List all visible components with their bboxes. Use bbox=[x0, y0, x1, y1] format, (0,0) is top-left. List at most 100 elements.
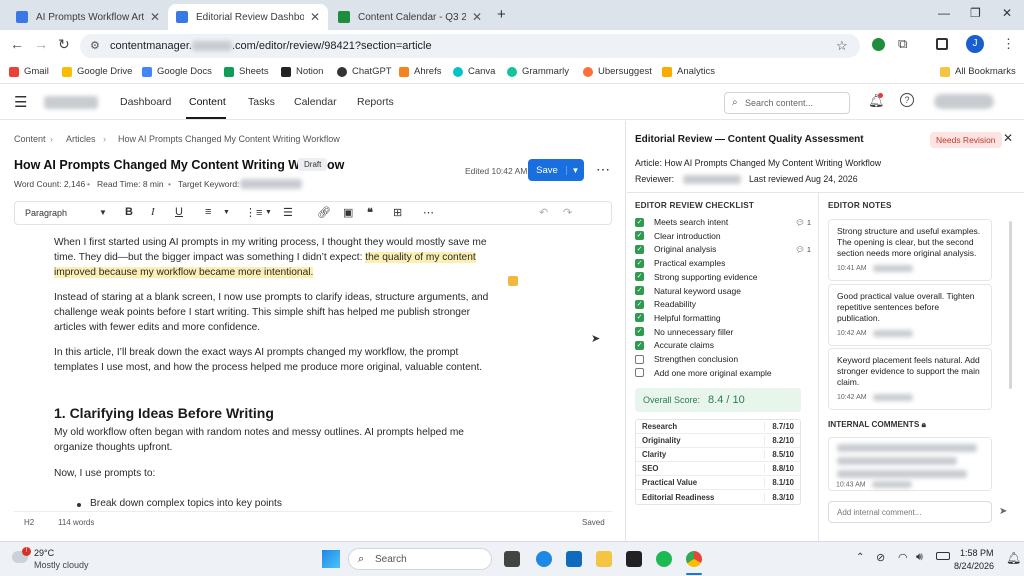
weather-temp[interactable]: 29°C bbox=[34, 548, 54, 558]
notes-scrollbar[interactable] bbox=[1009, 221, 1012, 389]
bookmark-analytics[interactable]: Analytics bbox=[662, 66, 715, 77]
image-icon[interactable]: ▣ bbox=[343, 206, 353, 219]
side-panel-icon[interactable] bbox=[936, 38, 948, 50]
bookmark-chatgpt[interactable]: ChatGPT bbox=[337, 66, 392, 77]
extensions-puzzle-icon[interactable]: ⧉ bbox=[898, 36, 907, 52]
checklist-item[interactable]: ✓ Accurate claims bbox=[635, 340, 811, 350]
close-icon[interactable]: ✕ bbox=[310, 10, 320, 24]
wifi-icon[interactable]: ◠ bbox=[898, 551, 908, 564]
restore-icon[interactable]: ❐ bbox=[970, 6, 981, 20]
checkbox-checked[interactable]: ✓ bbox=[635, 217, 644, 227]
checklist-item[interactable]: ✓ Original analysis 💬︎ 1 bbox=[635, 244, 811, 254]
align-icon[interactable]: ≡ bbox=[205, 206, 211, 218]
bookmark-ahrefs[interactable]: Ahrefs bbox=[399, 66, 441, 77]
network-status-icon[interactable]: ⊘ bbox=[876, 551, 885, 564]
close-icon[interactable]: ✕ bbox=[1003, 131, 1013, 145]
checklist-item[interactable]: Strengthen conclusion bbox=[635, 354, 811, 364]
bullet-list-icon[interactable]: ☰ bbox=[283, 206, 293, 219]
chevron-up-icon[interactable]: ⌃ bbox=[856, 552, 864, 563]
notion-icon[interactable] bbox=[626, 551, 642, 567]
more-options-icon[interactable]: ⋯ bbox=[596, 161, 610, 178]
spotify-icon[interactable] bbox=[656, 551, 672, 567]
task-view-icon[interactable] bbox=[504, 551, 520, 567]
weather-desc[interactable]: Mostly cloudy bbox=[34, 560, 89, 570]
clock-time[interactable]: 1:58 PM bbox=[960, 548, 994, 558]
nav-calendar[interactable]: Calendar bbox=[294, 96, 337, 108]
undo-icon[interactable]: ↶ bbox=[539, 206, 548, 219]
checklist-item[interactable]: ✓ Meets search intent 💬︎ 1 bbox=[635, 217, 811, 227]
new-tab-icon[interactable]: + bbox=[497, 6, 506, 23]
comment-marker-icon[interactable] bbox=[508, 276, 518, 286]
bookmark-sheets[interactable]: Sheets bbox=[224, 66, 269, 77]
table-icon[interactable]: ⊞ bbox=[393, 206, 402, 219]
chevron-down-icon[interactable]: ▼ bbox=[223, 209, 230, 216]
forward-icon[interactable]: → bbox=[34, 36, 48, 52]
comment-count[interactable]: 💬︎ 1 bbox=[795, 218, 811, 227]
checkbox-checked[interactable]: ✓ bbox=[635, 286, 644, 295]
bookmark-google-drive[interactable]: Google Drive bbox=[62, 66, 132, 77]
tab-article-draft[interactable]: AI Prompts Workflow Article D ✕ bbox=[8, 4, 168, 30]
checkbox-unchecked[interactable] bbox=[635, 368, 644, 378]
hamburger-menu-icon[interactable]: ☰ bbox=[14, 93, 27, 111]
checkbox-checked[interactable]: ✓ bbox=[635, 313, 644, 323]
nav-content[interactable]: Content bbox=[189, 96, 226, 108]
bookmark-canva[interactable]: Canva bbox=[453, 66, 495, 77]
nav-dashboard[interactable]: Dashboard bbox=[120, 96, 171, 108]
breadcrumb-content[interactable]: Content bbox=[14, 134, 46, 144]
all-bookmarks[interactable]: All Bookmarks bbox=[940, 66, 1016, 77]
numbered-list-icon[interactable]: ⋮≡ bbox=[245, 206, 262, 219]
notifications-icon[interactable]: 🔔︎ bbox=[1006, 551, 1021, 565]
bookmark-star-icon[interactable]: ☆ bbox=[836, 38, 848, 54]
checkbox-checked[interactable]: ✓ bbox=[635, 258, 644, 268]
checkbox-checked[interactable]: ✓ bbox=[635, 327, 644, 337]
tab-content-calendar[interactable]: Content Calendar - Q3 2026 ✕ bbox=[330, 4, 490, 30]
article-body[interactable]: When I first started using AI prompts in… bbox=[14, 227, 612, 511]
save-button[interactable]: Save ▼ bbox=[528, 159, 584, 181]
more-tools-icon[interactable]: ⋯ bbox=[423, 206, 434, 219]
chrome-icon[interactable] bbox=[686, 551, 702, 567]
windows-start-icon[interactable] bbox=[322, 550, 340, 568]
outlook-icon[interactable] bbox=[566, 551, 582, 567]
checklist-item[interactable]: ✓ Clear introduction bbox=[635, 231, 811, 241]
checklist-item[interactable]: Add one more original example bbox=[635, 368, 811, 378]
close-icon[interactable]: ✕ bbox=[150, 10, 160, 24]
checklist-item[interactable]: ✓ Natural keyword usage bbox=[635, 286, 811, 296]
checklist-item[interactable]: ✓ Practical examples bbox=[635, 258, 811, 268]
paragraph-style-select[interactable]: Paragraph bbox=[25, 208, 67, 218]
quote-icon[interactable]: ❝ bbox=[367, 206, 373, 219]
chevron-down-icon[interactable]: ▼ bbox=[99, 208, 107, 217]
chevron-down-icon[interactable]: ▼ bbox=[265, 209, 272, 216]
help-icon[interactable]: ? bbox=[900, 93, 914, 107]
edge-icon[interactable] bbox=[536, 551, 552, 567]
close-window-icon[interactable]: ✕ bbox=[1002, 6, 1012, 20]
checkbox-checked[interactable]: ✓ bbox=[635, 299, 644, 309]
bookmark-ubersuggest[interactable]: Ubersuggest bbox=[583, 66, 652, 77]
taskbar-search[interactable]: ⌕ Search bbox=[348, 548, 492, 570]
checklist-item[interactable]: ✓ Helpful formatting bbox=[635, 313, 811, 323]
extension-icon[interactable] bbox=[872, 38, 885, 51]
bookmark-grammarly[interactable]: Grammarly bbox=[507, 66, 569, 77]
nav-reports[interactable]: Reports bbox=[357, 96, 394, 108]
tab-editorial-review[interactable]: Editorial Review Dashboard ✕ bbox=[168, 4, 328, 30]
file-explorer-icon[interactable] bbox=[596, 551, 612, 567]
site-info-icon[interactable]: ⚙ bbox=[90, 39, 100, 52]
checkbox-checked[interactable]: ✓ bbox=[635, 244, 644, 254]
add-comment-input[interactable]: Add internal comment... bbox=[828, 501, 992, 523]
bookmark-gmail[interactable]: Gmail bbox=[9, 66, 49, 77]
nav-tasks[interactable]: Tasks bbox=[248, 96, 275, 108]
checkbox-checked[interactable]: ✓ bbox=[635, 231, 644, 241]
breadcrumb-articles[interactable]: Articles bbox=[66, 134, 96, 144]
comment-count[interactable]: 💬︎ 1 bbox=[795, 245, 811, 254]
underline-icon[interactable]: U bbox=[175, 206, 183, 218]
link-icon[interactable]: 🔗︎ bbox=[317, 206, 331, 219]
battery-icon[interactable] bbox=[936, 552, 950, 560]
address-bar[interactable]: ⚙ contentmanager. .com/editor/review/984… bbox=[80, 34, 860, 58]
browser-menu-icon[interactable]: ⋮ bbox=[1002, 36, 1015, 52]
reload-icon[interactable]: ↻ bbox=[58, 36, 70, 53]
italic-icon[interactable]: I bbox=[151, 206, 155, 218]
send-icon[interactable]: ➤ bbox=[999, 506, 1007, 517]
bookmark-notion[interactable]: Notion bbox=[281, 66, 323, 77]
content-search-input[interactable]: ⌕ Search content... bbox=[724, 92, 850, 114]
minimize-icon[interactable]: — bbox=[938, 6, 950, 20]
clock-date[interactable]: 8/24/2026 bbox=[954, 561, 994, 571]
